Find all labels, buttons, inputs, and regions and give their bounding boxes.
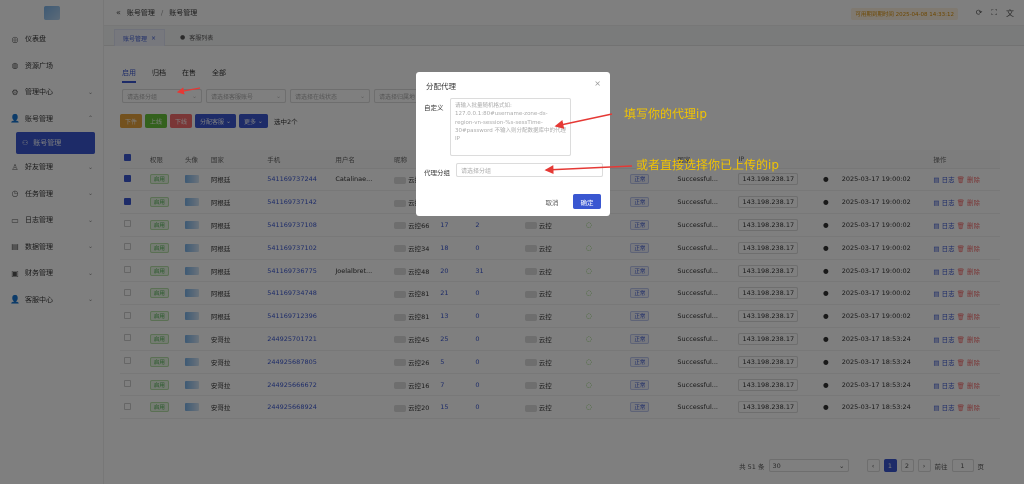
cancel-button[interactable]: 取消 [540,194,564,209]
confirm-button[interactable]: 确定 [573,194,601,209]
dialog-title: 分配代理 [426,82,456,91]
close-icon[interactable]: × [594,79,601,88]
custom-label: 自定义 [424,104,444,112]
proxy-group-select[interactable]: 请选择分组 [456,163,603,177]
custom-proxy-textarea[interactable]: 请输入批量随机格式如: 127.0.0.1:80#username-zone-d… [450,98,571,156]
annotation-fill-proxy: 填写你的代理ip [624,107,707,121]
assign-proxy-dialog: 分配代理 × 自定义 请输入批量随机格式如: 127.0.0.1:80#user… [416,72,610,216]
proxy-group-label: 代理分组 [424,169,450,177]
annotation-select-uploaded: 或者直接选择你已上传的ip [636,158,779,172]
